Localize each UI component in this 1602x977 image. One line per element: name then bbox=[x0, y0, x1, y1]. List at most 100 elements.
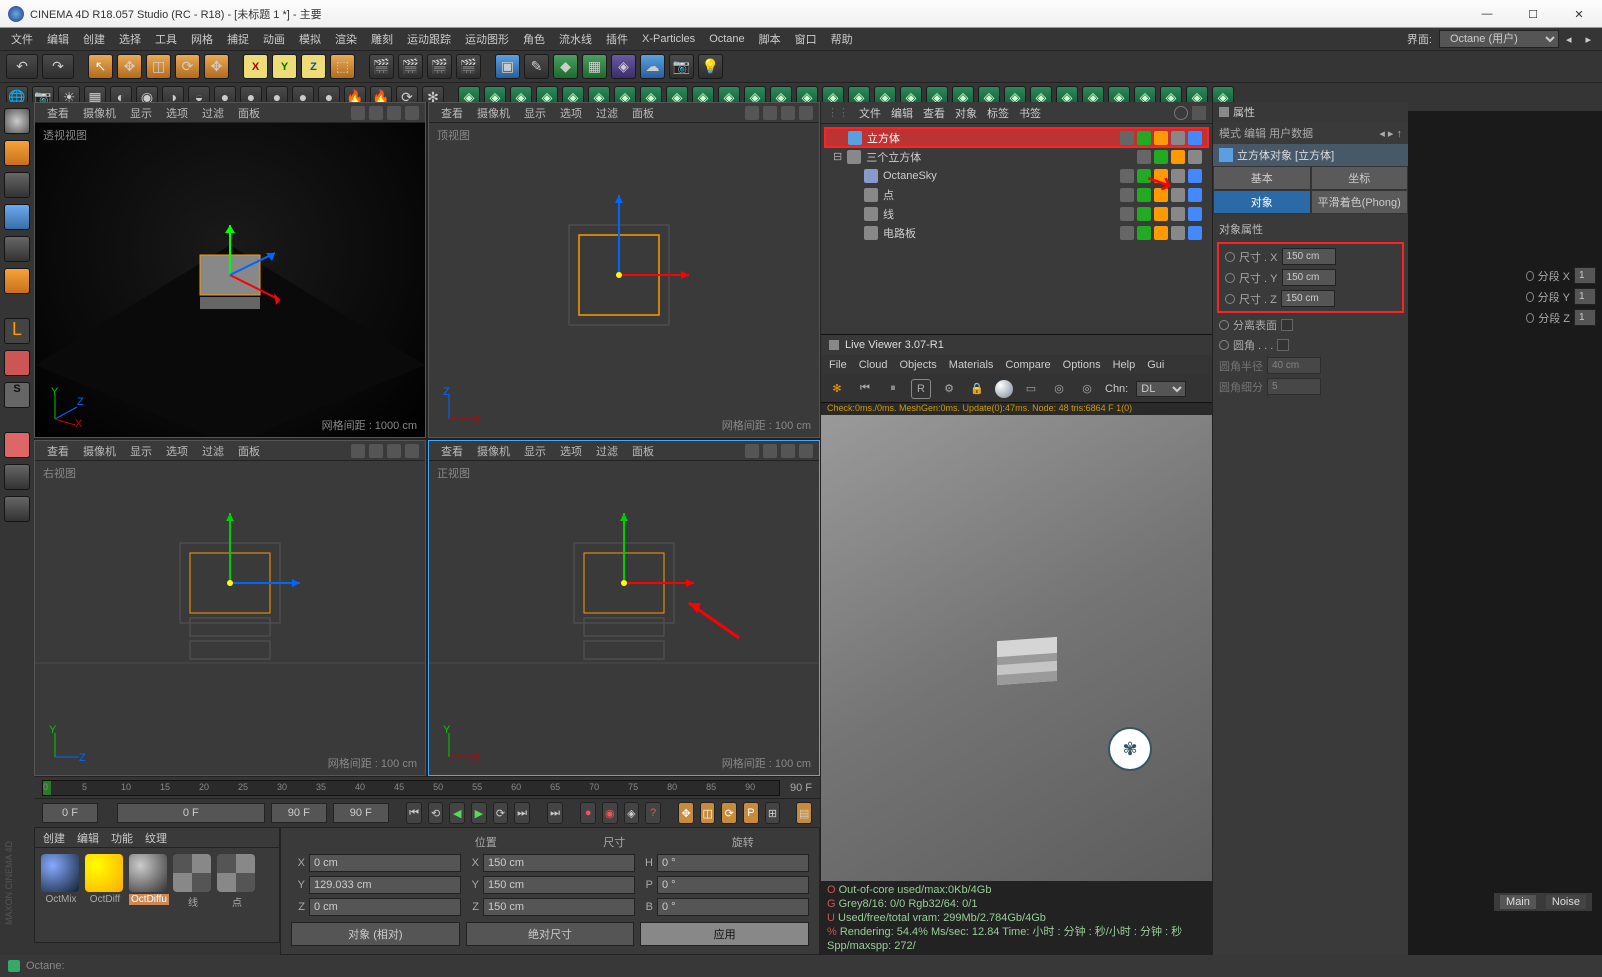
keyframe-sel-button[interactable]: ◈ bbox=[624, 802, 640, 824]
size-mode-select[interactable]: 绝对尺寸 bbox=[466, 922, 635, 946]
vp-nav-icon[interactable] bbox=[387, 106, 401, 120]
vp-nav-icon[interactable] bbox=[745, 106, 759, 120]
seg-z-input[interactable] bbox=[1574, 309, 1596, 326]
viewport-perspective[interactable]: 查看摄像机显示选项过滤面板 透视视图 网格间距 : 1000 bbox=[34, 102, 426, 438]
attr-tab-object[interactable]: 对象 bbox=[1213, 190, 1311, 214]
apply-button[interactable]: 应用 bbox=[640, 922, 809, 946]
maximize-button[interactable]: ☐ bbox=[1510, 0, 1556, 28]
add-nurbs-button[interactable]: ◆ bbox=[553, 54, 578, 79]
vp-nav-icon[interactable] bbox=[351, 444, 365, 458]
key-pos-button[interactable]: ✥ bbox=[678, 802, 694, 824]
lv-menu-Compare[interactable]: Compare bbox=[1005, 359, 1050, 371]
key-rot-button[interactable]: ⟳ bbox=[721, 802, 737, 824]
size-y-input[interactable] bbox=[1282, 269, 1336, 286]
lv-settings-icon[interactable]: ⚙ bbox=[939, 379, 959, 399]
recent-tool-button[interactable]: ✥ bbox=[204, 54, 229, 79]
pos-x-field[interactable] bbox=[309, 854, 461, 872]
redo-button[interactable]: ↷ bbox=[42, 54, 74, 79]
lv-menu-Help[interactable]: Help bbox=[1113, 359, 1136, 371]
axis-l-button[interactable]: L bbox=[4, 318, 30, 344]
lv-restart-icon[interactable]: R bbox=[911, 379, 931, 399]
obj-menu-对象[interactable]: 对象 bbox=[955, 105, 977, 121]
range-start-field[interactable] bbox=[117, 803, 265, 823]
next-frame-button[interactable]: ⏭ bbox=[547, 802, 563, 824]
lv-lock-icon[interactable]: 🔒 bbox=[967, 379, 987, 399]
lv-sphere-icon[interactable] bbox=[995, 380, 1013, 398]
lv-clip-icon[interactable]: ▭ bbox=[1021, 379, 1041, 399]
lv-render-view[interactable]: ✾ bbox=[821, 415, 1212, 881]
vp-nav-icon[interactable] bbox=[781, 106, 795, 120]
menu-插件[interactable]: 插件 bbox=[599, 28, 635, 50]
tweak-button[interactable] bbox=[4, 350, 30, 376]
size-y-field[interactable] bbox=[483, 876, 635, 894]
vp-nav-icon[interactable] bbox=[369, 106, 383, 120]
quantize-button[interactable] bbox=[4, 496, 30, 522]
vp-nav-icon[interactable] bbox=[351, 106, 365, 120]
attr-tab-phong[interactable]: 平滑着色(Phong) bbox=[1311, 190, 1409, 214]
tree-item-电路板[interactable]: 电路板 bbox=[825, 223, 1208, 242]
attr-tab-coord[interactable]: 坐标 bbox=[1311, 166, 1409, 190]
vp-menu-显示[interactable]: 显示 bbox=[518, 103, 552, 123]
mat-menu-创建[interactable]: 创建 bbox=[43, 830, 65, 846]
size-z-input[interactable] bbox=[1281, 290, 1335, 307]
lv-menu-Options[interactable]: Options bbox=[1063, 359, 1101, 371]
record-button[interactable]: ● bbox=[580, 802, 596, 824]
menu-脚本[interactable]: 脚本 bbox=[752, 28, 788, 50]
point-mode-button[interactable] bbox=[4, 204, 30, 230]
lv-refresh-icon[interactable]: ✻ bbox=[827, 379, 847, 399]
menu-Octane[interactable]: Octane bbox=[702, 30, 751, 48]
material-OctDiffu[interactable]: OctDiffu bbox=[129, 854, 169, 909]
lv-pick1-icon[interactable]: ◎ bbox=[1049, 379, 1069, 399]
menu-捕捉[interactable]: 捕捉 bbox=[220, 28, 256, 50]
material-线[interactable]: 线 bbox=[173, 854, 213, 909]
vp-menu-选项[interactable]: 选项 bbox=[554, 441, 588, 461]
vp-nav-icon[interactable] bbox=[405, 106, 419, 120]
obj-menu-标签[interactable]: 标签 bbox=[987, 105, 1009, 121]
attr-tab-basic[interactable]: 基本 bbox=[1213, 166, 1311, 190]
model-mode-button[interactable] bbox=[4, 140, 30, 166]
timeline-ruler[interactable]: 051015202530354045505560657075808590 bbox=[42, 780, 780, 796]
material-OctMix[interactable]: OctMix bbox=[41, 854, 81, 909]
seg-y-input[interactable] bbox=[1574, 288, 1596, 305]
coord-mode-select[interactable]: 对象 (相对) bbox=[291, 922, 460, 946]
vp-menu-面板[interactable]: 面板 bbox=[232, 103, 266, 123]
fillet-checkbox[interactable] bbox=[1277, 339, 1289, 351]
lv-channel-select[interactable]: DL bbox=[1136, 381, 1186, 397]
add-env-button[interactable]: ☁ bbox=[640, 54, 665, 79]
workplane-button[interactable] bbox=[4, 464, 30, 490]
vp-menu-查看[interactable]: 查看 bbox=[41, 441, 75, 461]
scale-button[interactable]: ◫ bbox=[146, 54, 171, 79]
lv-menu-Objects[interactable]: Objects bbox=[899, 359, 936, 371]
obj-menu-书签[interactable]: 书签 bbox=[1019, 105, 1041, 121]
lv-tab-main[interactable]: Main bbox=[1500, 895, 1536, 909]
add-camera-button[interactable]: 📷 bbox=[669, 54, 694, 79]
add-cube-button[interactable]: ▣ bbox=[495, 54, 520, 79]
lv-menu-File[interactable]: File bbox=[829, 359, 847, 371]
minimize-button[interactable]: — bbox=[1464, 0, 1510, 28]
render-pv-button[interactable]: 🎬 bbox=[427, 54, 452, 79]
size-z-field[interactable] bbox=[483, 898, 635, 916]
vp-menu-面板[interactable]: 面板 bbox=[626, 441, 660, 461]
vp-nav-icon[interactable] bbox=[763, 444, 777, 458]
layout-select[interactable]: Octane (用户) bbox=[1439, 30, 1559, 48]
vp-menu-过滤[interactable]: 过滤 bbox=[590, 103, 624, 123]
vp-menu-显示[interactable]: 显示 bbox=[124, 103, 158, 123]
key-mode-button[interactable]: ▤ bbox=[796, 802, 812, 824]
vp-menu-选项[interactable]: 选项 bbox=[160, 441, 194, 461]
menu-编辑[interactable]: 编辑 bbox=[40, 28, 76, 50]
viewport-right[interactable]: 查看摄像机显示选项过滤面板 右视图 网格间距 : 100 cm YZ bbox=[34, 440, 426, 776]
menu-角色[interactable]: 角色 bbox=[516, 28, 552, 50]
pos-z-field[interactable] bbox=[309, 898, 461, 916]
vp-menu-查看[interactable]: 查看 bbox=[435, 103, 469, 123]
key-options-button[interactable]: ? bbox=[645, 802, 661, 824]
menu-帮助[interactable]: 帮助 bbox=[824, 28, 860, 50]
select-live-button[interactable]: ↖ bbox=[88, 54, 113, 79]
vp-nav-icon[interactable] bbox=[799, 444, 813, 458]
obj-menu-查看[interactable]: 查看 bbox=[923, 105, 945, 121]
rotate-button[interactable]: ⟳ bbox=[175, 54, 200, 79]
vp-menu-面板[interactable]: 面板 bbox=[232, 441, 266, 461]
menu-X-Particles[interactable]: X-Particles bbox=[635, 30, 702, 48]
add-generator-button[interactable]: ▦ bbox=[582, 54, 607, 79]
edge-mode-button[interactable] bbox=[4, 236, 30, 262]
undo-button[interactable]: ↶ bbox=[6, 54, 38, 79]
